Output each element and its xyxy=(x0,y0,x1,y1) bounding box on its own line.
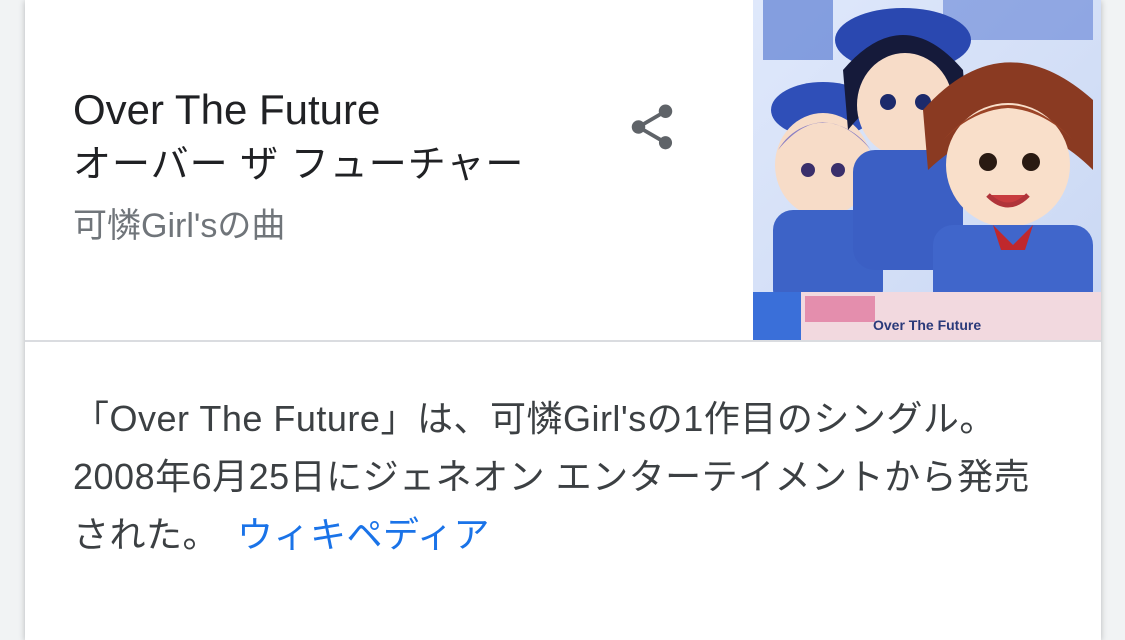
share-button[interactable] xyxy=(625,100,679,154)
album-cover-art: Over The Future xyxy=(753,0,1101,340)
album-cover-caption: Over The Future xyxy=(873,317,981,333)
album-cover-image[interactable]: Over The Future xyxy=(753,0,1101,340)
wikipedia-link[interactable]: ウィキペディア xyxy=(237,514,490,555)
description-text: 「Over The Future」は、可憐Girl'sの1作目のシングル。200… xyxy=(73,398,1031,555)
song-title: Over The Future xyxy=(73,86,381,133)
description-block: 「Over The Future」は、可憐Girl'sの1作目のシングル。200… xyxy=(73,390,1063,564)
share-icon xyxy=(631,104,673,150)
knowledge-panel: Over The Future オーバー ザ フューチャー 可憐Girl'sの曲 xyxy=(25,0,1101,640)
song-title-reading: オーバー ザ フューチャー xyxy=(73,144,525,186)
song-artist-subtitle: 可憐Girl'sの曲 xyxy=(73,207,286,245)
knowledge-panel-header: Over The Future オーバー ザ フューチャー 可憐Girl'sの曲 xyxy=(25,0,1101,342)
